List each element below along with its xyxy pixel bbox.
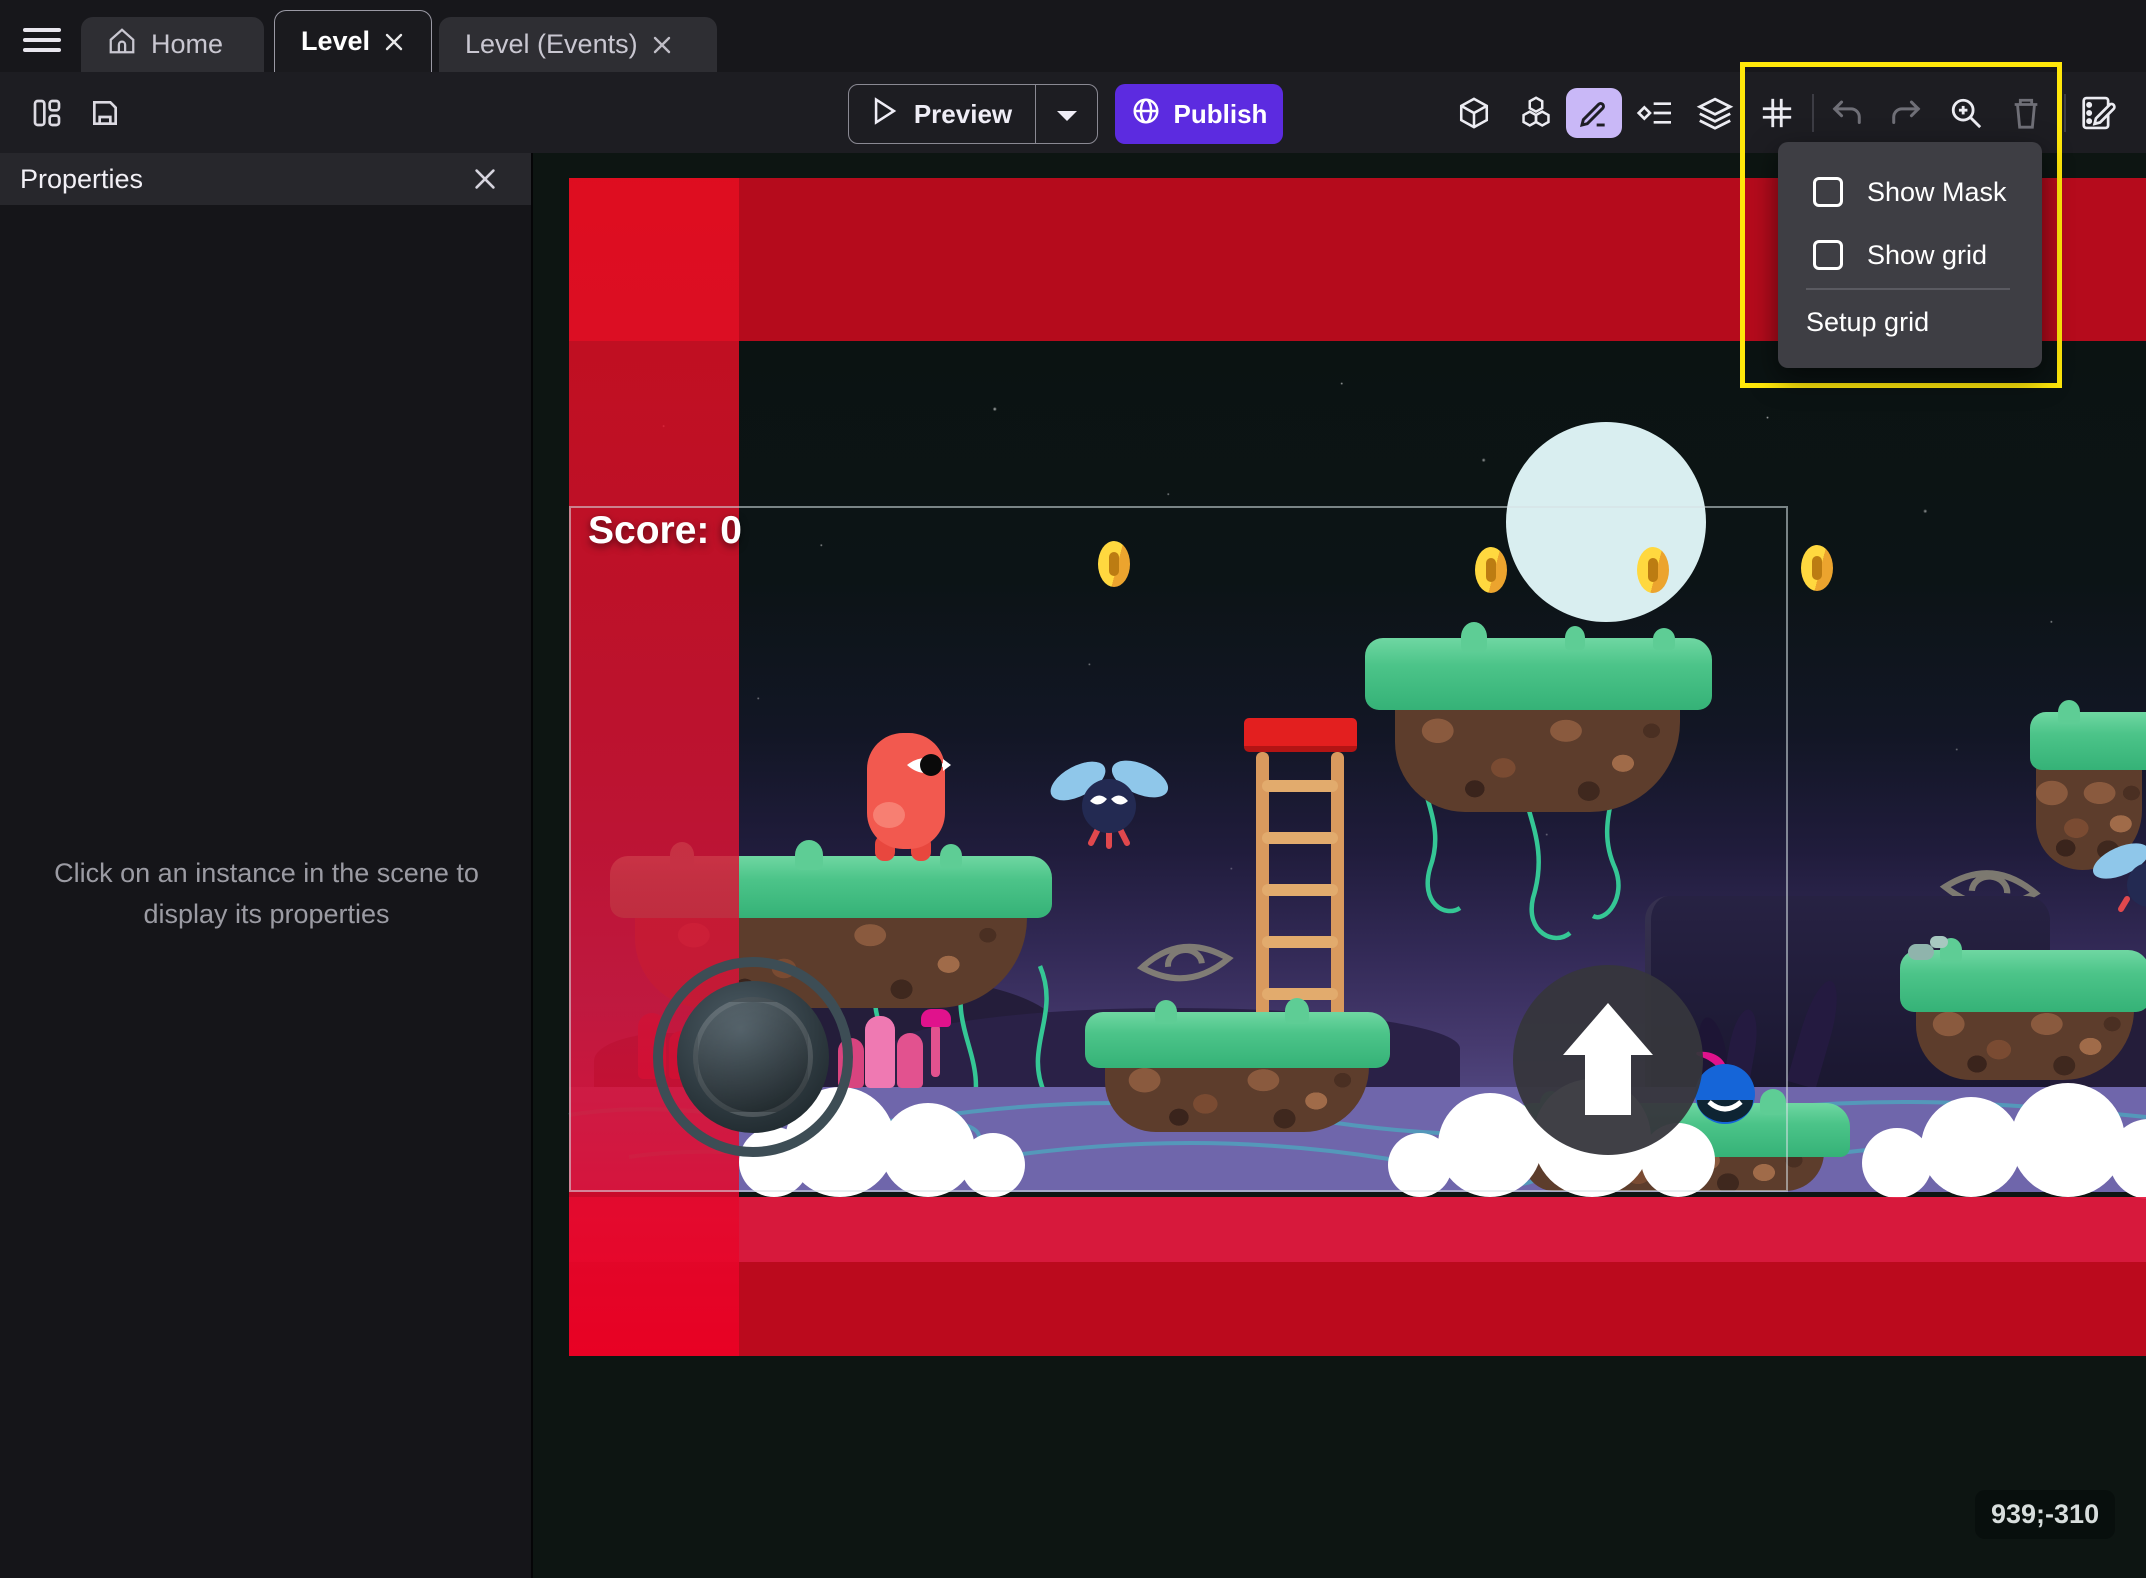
show-mask-label: Show Mask — [1867, 177, 2007, 208]
trash-icon[interactable] — [2007, 94, 2045, 132]
mask-overlay-bottom-pink — [569, 1197, 2146, 1262]
home-icon — [107, 26, 137, 63]
properties-panel-close-icon[interactable] — [473, 167, 497, 191]
globe-icon — [1131, 96, 1161, 133]
setup-grid-menu-item[interactable]: Setup grid — [1806, 302, 1929, 342]
chevron-down-icon — [1055, 99, 1079, 130]
redo-icon[interactable] — [1887, 94, 1925, 132]
properties-panel: Properties Click on an instance in the s… — [0, 153, 533, 1578]
events-sheet-icon[interactable] — [2081, 94, 2119, 132]
coin-instance[interactable] — [1801, 545, 1833, 591]
play-icon — [872, 97, 898, 132]
preview-button[interactable]: Preview — [848, 84, 1098, 144]
edit-pencil-icon[interactable] — [1566, 88, 1622, 138]
top-tab-bar: Home Level Level (Events) — [0, 0, 2146, 72]
tab-level[interactable]: Level — [274, 10, 432, 72]
menu-divider — [1806, 288, 2010, 290]
layout-panels-icon[interactable] — [28, 94, 66, 132]
menu-icon[interactable] — [23, 28, 61, 54]
show-grid-checkbox[interactable] — [1813, 240, 1843, 270]
layers-icon[interactable] — [1696, 94, 1734, 132]
camera-bounds-frame — [569, 506, 1788, 1192]
platform-instance[interactable] — [1900, 950, 2146, 1080]
fly-enemy-instance[interactable] — [2093, 841, 2146, 916]
preview-dropdown-button[interactable] — [1035, 85, 1097, 143]
show-mask-checkbox[interactable] — [1813, 177, 1843, 207]
tab-home-label: Home — [151, 29, 223, 60]
tab-level-events[interactable]: Level (Events) — [439, 17, 717, 72]
tab-level-events-close-icon[interactable] — [652, 35, 672, 55]
grid-options-menu: Show Mask Show grid Setup grid — [1778, 142, 2042, 368]
show-grid-menu-item[interactable]: Show grid — [1778, 226, 2042, 284]
preview-label: Preview — [914, 99, 1012, 130]
tab-home[interactable]: Home — [81, 17, 264, 72]
tab-level-close-icon[interactable] — [384, 32, 404, 52]
publish-label: Publish — [1174, 99, 1268, 130]
objects-icon[interactable] — [1517, 94, 1555, 132]
properties-empty-hint: Click on an instance in the scene to dis… — [28, 853, 505, 934]
zoom-in-icon[interactable] — [1947, 94, 1985, 132]
publish-button[interactable]: Publish — [1115, 84, 1283, 144]
properties-panel-header: Properties — [0, 153, 531, 205]
show-mask-menu-item[interactable]: Show Mask — [1778, 163, 2042, 221]
3d-box-icon[interactable] — [1455, 94, 1493, 132]
cursor-coordinates-badge: 939;-310 — [1975, 1490, 2115, 1539]
undo-icon[interactable] — [1828, 94, 1866, 132]
mask-overlay-bottom-dark — [569, 1262, 2146, 1356]
editor-toolbar: Preview Publish — [0, 72, 2146, 153]
instances-list-icon[interactable] — [1636, 94, 1674, 132]
tab-level-label: Level — [301, 26, 370, 57]
grid-icon[interactable] — [1758, 94, 1796, 132]
tab-level-events-label: Level (Events) — [465, 29, 638, 60]
save-icon[interactable] — [86, 94, 124, 132]
show-grid-label: Show grid — [1867, 240, 1987, 271]
properties-panel-title: Properties — [20, 164, 143, 195]
